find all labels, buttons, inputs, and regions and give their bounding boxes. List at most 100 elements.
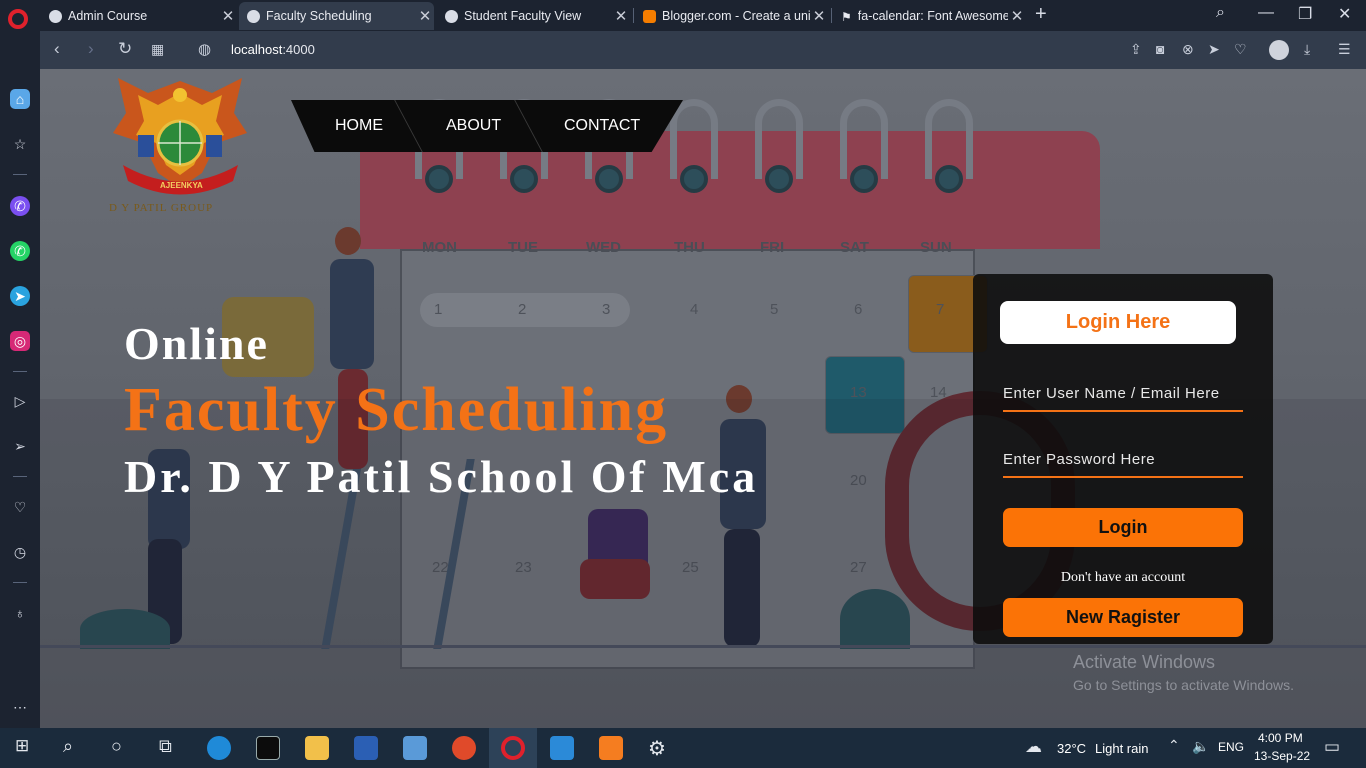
file-explorer-icon[interactable] <box>305 736 329 760</box>
send-icon[interactable]: ➤ <box>1208 41 1220 58</box>
password-input[interactable] <box>1003 442 1243 478</box>
instagram-icon[interactable]: ◎ <box>10 331 30 351</box>
messenger-icon[interactable]: ✆ <box>10 196 30 216</box>
url-host: localhost <box>231 42 283 57</box>
address-bar: ‹ › ↻ ▦ ◍ localhost:4000 ⇪ ◙ ⊗ ➤ ♡ ⤓ ☰ <box>40 31 1366 69</box>
profile-icon[interactable] <box>1269 40 1289 60</box>
camera-icon[interactable]: ◙ <box>1156 41 1164 57</box>
login-panel: Login Here Login Don't have an account N… <box>973 274 1273 644</box>
nav-contact-link[interactable]: CONTACT <box>564 117 640 135</box>
activate-windows-title: Activate Windows <box>1073 652 1216 672</box>
history-icon[interactable]: ◷ <box>10 542 30 562</box>
volume-icon[interactable]: 🔈 <box>1192 738 1209 755</box>
tab-faculty-scheduling[interactable]: Faculty Scheduling ✕ <box>239 2 434 30</box>
windows-taskbar: ⊞ ⌕ ○ ⧉ ⚙ ☁ 32°C Light rain ⌃ 🔈 ENG 4:00… <box>0 728 1366 768</box>
forward-icon[interactable]: › <box>88 39 94 59</box>
adblock-icon[interactable]: ⊗ <box>1182 41 1194 58</box>
page-viewport: MON TUE WED THU FRI SAT SUN 1 2 3 4 5 6 … <box>40 69 1366 728</box>
telegram-icon[interactable]: ➤ <box>10 286 30 306</box>
new-register-button[interactable]: New Ragister <box>1003 598 1243 637</box>
download-icon[interactable]: ⤓ <box>1304 41 1310 58</box>
person-illustration <box>330 259 374 369</box>
chevron-up-icon[interactable]: ⌃ <box>1168 737 1180 754</box>
heart-icon[interactable]: ♡ <box>1234 41 1247 58</box>
tab-blogger[interactable]: Blogger.com - Create a uni ✕ <box>635 2 828 30</box>
tab-admin-course[interactable]: Admin Course ✕ <box>41 2 237 30</box>
url-field[interactable]: localhost:4000 <box>231 42 315 57</box>
weekday-label: WED <box>586 239 621 256</box>
tab-fa-calendar[interactable]: ⚑ fa-calendar: Font Awesome ✕ <box>833 2 1026 30</box>
close-tab-icon[interactable]: ✕ <box>1008 7 1026 25</box>
close-tab-icon[interactable]: ✕ <box>219 7 237 25</box>
calendar-number: 7 <box>936 301 945 318</box>
close-tab-icon[interactable]: ✕ <box>612 7 630 25</box>
weather-description[interactable]: Light rain <box>1095 741 1148 756</box>
nav-home-link[interactable]: HOME <box>335 117 383 135</box>
easy-setup-icon[interactable]: ☰ <box>1338 41 1351 58</box>
weather-icon[interactable]: ☁ <box>1025 737 1042 757</box>
chrome-icon[interactable] <box>452 736 476 760</box>
task-view-icon[interactable]: ⧉ <box>159 736 172 757</box>
tab-student-faculty-view[interactable]: Student Faculty View ✕ <box>437 2 630 30</box>
opera-sidebar: ⌂ ☆ ✆ ✆ ➤ ◎ ▷ ➢ ♡ ◷ ♁ ⋯ <box>0 31 40 728</box>
home-icon[interactable]: ⌂ <box>10 89 30 109</box>
weekday-label: MON <box>422 239 457 256</box>
calendar-number: 1 <box>434 301 443 318</box>
tab-title: Student Faculty View <box>464 9 582 23</box>
close-tab-icon[interactable]: ✕ <box>416 7 434 25</box>
speed-dial-icon[interactable]: ▦ <box>151 41 164 58</box>
search-icon[interactable]: ⌕ <box>63 736 73 757</box>
terminal-icon[interactable] <box>256 736 280 760</box>
back-icon[interactable]: ‹ <box>54 39 60 59</box>
search-tabs-icon[interactable]: ⌕ <box>1216 4 1225 22</box>
reload-icon[interactable]: ↻ <box>118 39 132 59</box>
new-tab-icon[interactable]: + <box>1035 3 1047 26</box>
sidebar-divider <box>13 476 27 477</box>
send-icon[interactable]: ➢ <box>10 436 30 456</box>
notifications-icon[interactable]: ▭ <box>1324 737 1340 757</box>
login-title: Login Here <box>1000 301 1236 344</box>
weekday-label: SAT <box>840 239 869 256</box>
clock-date[interactable]: 13-Sep-22 <box>1254 749 1310 763</box>
calendar-number: 5 <box>770 301 779 318</box>
windows-start-icon[interactable]: ⊞ <box>15 736 29 756</box>
weather-temp[interactable]: 32°C <box>1057 741 1086 756</box>
heart-icon[interactable]: ♡ <box>10 497 30 517</box>
minimize-icon[interactable]: — <box>1258 4 1274 22</box>
calendar-number: 3 <box>602 301 611 318</box>
nav-about-link[interactable]: ABOUT <box>446 117 501 135</box>
tab-title: fa-calendar: Font Awesome <box>857 9 1008 23</box>
opera-logo-icon[interactable] <box>8 9 28 29</box>
whatsapp-icon[interactable]: ✆ <box>10 241 30 261</box>
calendar-number: 2 <box>518 301 527 318</box>
bookmark-icon[interactable]: ☆ <box>10 134 30 154</box>
edge-icon[interactable] <box>207 736 231 760</box>
network-icon[interactable] <box>403 736 427 760</box>
hero-line-faculty-scheduling: Faculty Scheduling <box>124 376 669 444</box>
globe-icon <box>49 9 62 23</box>
nav-divider <box>394 100 423 152</box>
username-input[interactable] <box>1003 376 1243 412</box>
login-button[interactable]: Login <box>1003 508 1243 547</box>
vscode-icon[interactable] <box>550 736 574 760</box>
word-icon[interactable] <box>354 736 378 760</box>
college-logo[interactable]: AJEENKYA <box>108 73 253 218</box>
close-window-icon[interactable]: ✕ <box>1338 4 1351 24</box>
cortana-icon[interactable]: ○ <box>111 736 122 757</box>
weekday-label: SUN <box>920 239 952 256</box>
language-indicator[interactable]: ENG <box>1218 740 1244 754</box>
tab-divider <box>831 8 832 23</box>
close-tab-icon[interactable]: ✕ <box>810 7 828 25</box>
weekday-label: THU <box>674 239 705 256</box>
settings-gear-icon[interactable]: ⚙ <box>648 736 666 761</box>
more-icon[interactable]: ⋯ <box>10 697 30 717</box>
player-icon[interactable]: ▷ <box>10 391 30 411</box>
opera-icon[interactable] <box>501 736 525 760</box>
restore-icon[interactable]: ❐ <box>1298 4 1312 24</box>
main-nav: HOME ABOUT CONTACT <box>291 100 683 152</box>
sidebar-divider <box>13 582 27 583</box>
xampp-icon[interactable] <box>599 736 623 760</box>
share-icon[interactable]: ⇪ <box>1130 41 1142 58</box>
lightbulb-icon[interactable]: ♁ <box>10 603 30 623</box>
clock-time[interactable]: 4:00 PM <box>1258 731 1303 745</box>
